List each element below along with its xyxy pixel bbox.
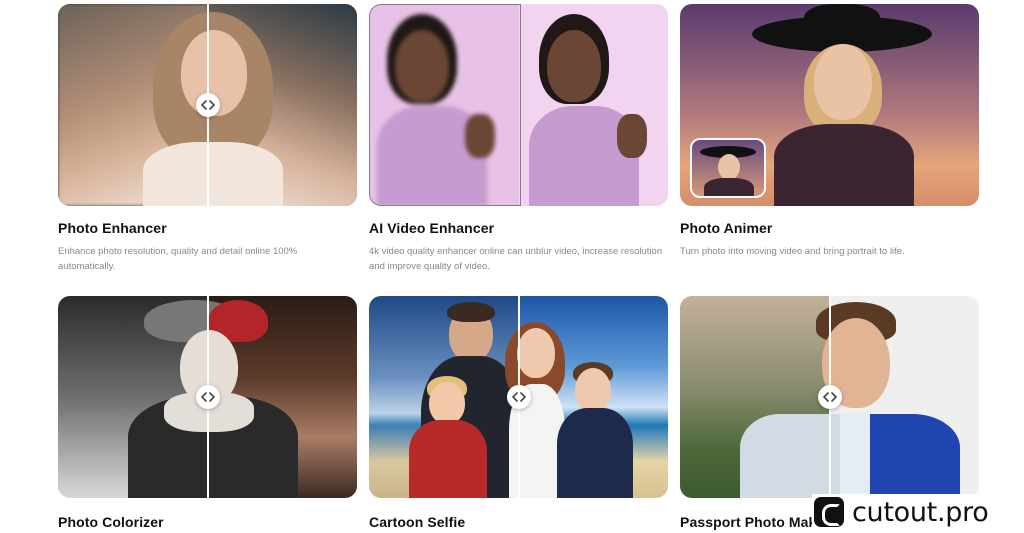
tool-card-photo-colorizer[interactable]: Photo Colorizer bbox=[58, 296, 357, 530]
tool-card-photo-enhancer[interactable]: Photo Enhancer Enhance photo resolution,… bbox=[58, 4, 357, 272]
tool-title[interactable]: AI Video Enhancer bbox=[369, 220, 494, 236]
tool-title[interactable]: Passport Photo Maker bbox=[680, 514, 830, 530]
cutout-c-logo-icon bbox=[814, 497, 844, 527]
before-after-image[interactable] bbox=[369, 4, 668, 206]
tool-card-cartoon-selfie[interactable]: Cartoon Selfie bbox=[369, 296, 668, 530]
before-after-image[interactable] bbox=[58, 4, 357, 206]
chevron-left-right-icon bbox=[511, 392, 526, 402]
tool-description: 4k video quality enhancer online can unb… bbox=[369, 246, 663, 272]
preview-image[interactable] bbox=[680, 4, 979, 206]
before-after-image[interactable] bbox=[58, 296, 357, 498]
compare-handle[interactable] bbox=[817, 385, 842, 409]
chevron-left-right-icon bbox=[200, 392, 215, 402]
compare-handle[interactable] bbox=[195, 93, 220, 117]
tool-title[interactable]: Photo Enhancer bbox=[58, 220, 167, 236]
tool-card-passport-photo-maker[interactable]: Passport Photo Maker bbox=[680, 296, 979, 530]
tool-description: Turn photo into moving video and bring p… bbox=[680, 246, 905, 257]
compare-handle[interactable] bbox=[195, 385, 220, 409]
chevron-left-right-icon bbox=[822, 392, 837, 402]
chevron-left-right-icon bbox=[200, 100, 215, 110]
tool-title[interactable]: Cartoon Selfie bbox=[369, 514, 465, 530]
compare-handle[interactable] bbox=[506, 385, 531, 409]
tool-title[interactable]: Photo Colorizer bbox=[58, 514, 164, 530]
tool-card-ai-video-enhancer[interactable]: AI Video Enhancer 4k video quality enhan… bbox=[369, 4, 668, 272]
video-frame-outline bbox=[369, 4, 521, 206]
brand-name: cutout.pro bbox=[852, 496, 989, 528]
brand-watermark: cutout.pro bbox=[812, 494, 1024, 530]
before-after-image[interactable] bbox=[680, 296, 979, 498]
source-photo-thumbnail bbox=[690, 138, 766, 198]
before-after-image[interactable] bbox=[369, 296, 668, 498]
tool-card-photo-animer[interactable]: Photo Animer Turn photo into moving vide… bbox=[680, 4, 979, 257]
tool-description: Enhance photo resolution, quality and de… bbox=[58, 246, 298, 272]
tool-title[interactable]: Photo Animer bbox=[680, 220, 772, 236]
